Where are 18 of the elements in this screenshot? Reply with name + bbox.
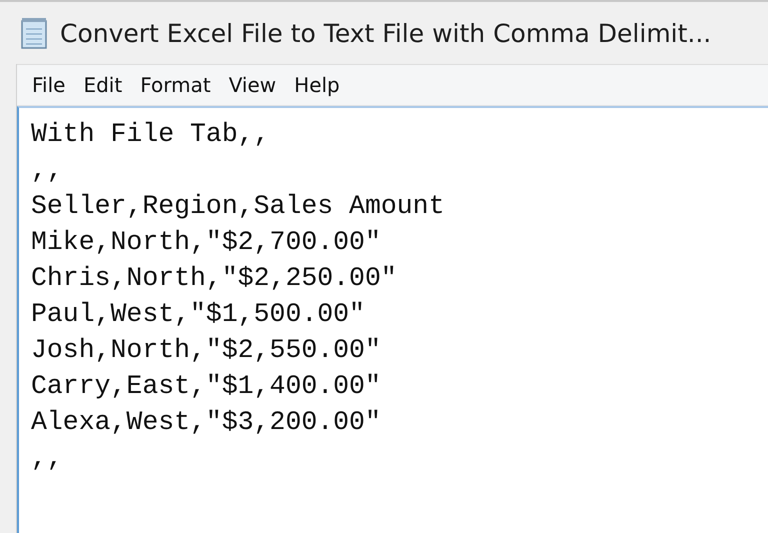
text-line: Josh,North,"$2,550.00" xyxy=(31,334,381,367)
window-title: Convert Excel File to Text File with Comma Delimit... xyxy=(60,18,712,48)
text-line: Paul,West,"$1,500.00" xyxy=(31,298,365,331)
text-line: Chris,North,"$2,250.00" xyxy=(31,262,397,295)
text-line: Mike,North,"$2,700.00" xyxy=(31,226,381,259)
menu-item[interactable]: Format xyxy=(131,71,220,99)
text-line: ,, xyxy=(31,154,63,187)
text-line: Carry,East,"$1,400.00" xyxy=(31,370,381,403)
text-line: With File Tab,, xyxy=(31,118,270,151)
notepad-icon xyxy=(20,16,50,50)
text-line: ,, xyxy=(31,442,63,475)
menu-item[interactable]: Help xyxy=(285,71,349,99)
text-line: Seller,Region,Sales Amount xyxy=(31,190,444,223)
menu-item[interactable]: View xyxy=(220,71,286,99)
menu-item[interactable]: Edit xyxy=(74,71,132,99)
text-editor[interactable]: With File Tab,, ,, Seller,Region,Sales Amount Mike,North,"$2,700.00" Chris,North,"$2,250.00" Paul,West,"$1,500.00" Josh,North,"$2,550.00" Carry,East,"$1,400.00" Alexa,West,"$3,200.00" ,, xyxy=(17,106,768,533)
text-line: Alexa,West,"$3,200.00" xyxy=(31,406,381,439)
menu-item[interactable]: File xyxy=(23,71,74,99)
